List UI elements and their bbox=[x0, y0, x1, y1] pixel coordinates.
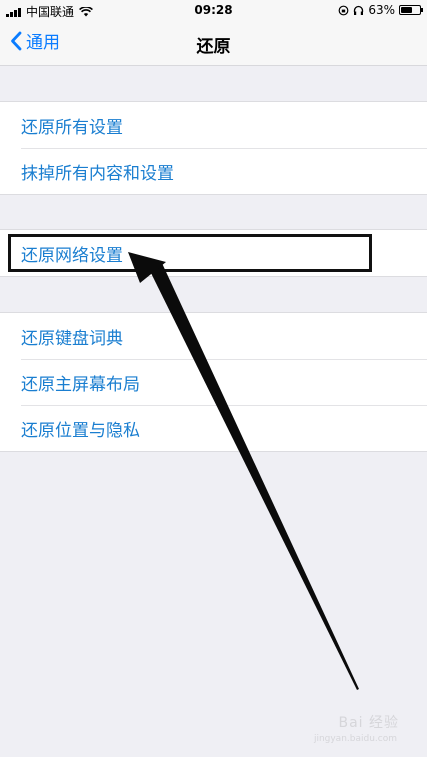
baidu-watermark: Bai 经验 bbox=[338, 715, 399, 731]
nav-bar: 通用 还原 bbox=[0, 20, 427, 66]
status-right: 63% bbox=[338, 3, 423, 17]
erase-all-content-cell[interactable]: 抹掉所有内容和设置 bbox=[0, 148, 427, 194]
reset-all-settings-cell[interactable]: 还原所有设置 bbox=[0, 102, 427, 148]
reset-keyboard-dictionary-cell[interactable]: 还原键盘词典 bbox=[0, 313, 427, 359]
status-bar: 中国联通 09:28 63% bbox=[0, 0, 427, 20]
battery-icon bbox=[399, 5, 423, 15]
reset-location-privacy-cell[interactable]: 还原位置与隐私 bbox=[0, 405, 427, 451]
reset-group-1: 还原所有设置 抹掉所有内容和设置 bbox=[0, 101, 427, 195]
headphones-icon bbox=[354, 5, 364, 15]
reset-home-screen-layout-cell[interactable]: 还原主屏幕布局 bbox=[0, 359, 427, 405]
reset-network-settings-cell[interactable]: 还原网络设置 bbox=[0, 230, 427, 276]
rotation-lock-icon bbox=[338, 5, 349, 15]
page-title: 还原 bbox=[196, 37, 231, 57]
battery-fill bbox=[401, 7, 412, 13]
reset-group-3: 还原键盘词典 还原主屏幕布局 还原位置与隐私 bbox=[0, 312, 427, 452]
battery-percent: 63% bbox=[368, 3, 395, 17]
baidu-watermark-url: jingyan.baidu.com bbox=[313, 734, 397, 744]
reset-group-2: 还原网络设置 bbox=[0, 229, 427, 277]
